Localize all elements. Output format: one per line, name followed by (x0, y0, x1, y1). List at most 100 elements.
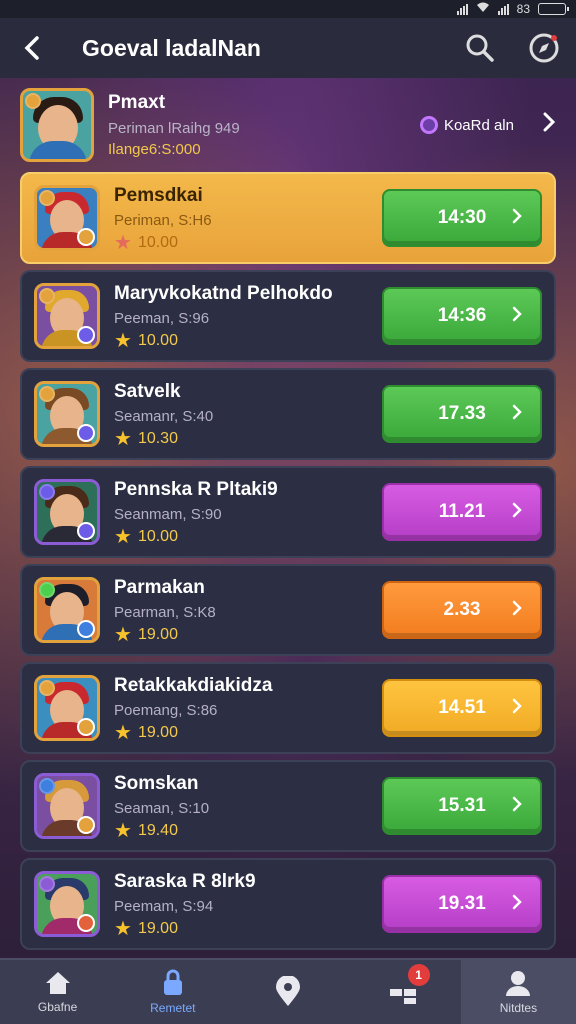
rating-value: 19.40 (137, 821, 178, 839)
coin-icon (419, 116, 438, 134)
character-name: Parmakan (114, 576, 205, 598)
action-button-label: 2.33 (443, 599, 481, 620)
back-arrow-icon (24, 36, 39, 60)
user-icon (506, 971, 531, 996)
action-button-label: 15.31 (438, 795, 486, 816)
rating: ★ 19.00 (114, 919, 382, 939)
list-item[interactable]: Pennska R Pltaki9 Seanmam, S:90 ★ 10.00 … (20, 466, 556, 558)
character-subtitle: Peemam, S:94 (114, 897, 214, 915)
chevron-right-icon (512, 501, 522, 524)
search-icon (466, 34, 494, 62)
chevron-right-icon (512, 305, 522, 328)
action-button-label: 14:36 (437, 305, 487, 326)
character-subtitle: Peeman, S:96 (114, 309, 210, 327)
map-pin-icon (276, 976, 300, 1006)
notification-badge: 1 (407, 964, 430, 986)
chevron-right-icon (512, 207, 522, 230)
star-icon: ★ (114, 427, 132, 450)
rating: ★ 19.00 (114, 721, 382, 744)
app-header: Goeval ladalNan (0, 18, 576, 78)
bottom-nav: Gbafne Remetet 1 Nitdtes (0, 958, 576, 1024)
featured-tag-label: KoaRd aln (443, 116, 514, 134)
character-name: Somskan (114, 772, 199, 794)
lock-icon (163, 969, 182, 995)
action-button-label: 11.21 (438, 501, 486, 522)
featured-name: Pmaxt (108, 92, 166, 113)
search-button[interactable] (448, 18, 512, 78)
nav-home[interactable]: Gbafne (0, 960, 115, 1024)
star-icon: ★ (114, 819, 132, 842)
signal-icon (456, 3, 468, 15)
list-item[interactable]: Parmakan Pearman, S:K8 ★ 19.00 2.33 (20, 564, 556, 656)
character-list: Pemsdkai Periman, S:H6 ★ 10.00 14:30 Mar… (20, 172, 556, 956)
action-button[interactable]: 14.51 (382, 679, 542, 737)
action-button[interactable]: 15.31 (382, 777, 542, 835)
action-button[interactable]: 11.21 (382, 483, 542, 541)
list-item[interactable]: Maryvkokatnd Pelhokdo Peeman, S:96 ★ 10.… (20, 270, 556, 362)
rating-value: 10.00 (137, 527, 178, 545)
back-button[interactable] (0, 18, 64, 78)
list-item[interactable]: Somskan Seaman, S:10 ★ 19.40 15.31 (20, 760, 556, 852)
nav-map[interactable] (230, 960, 345, 1024)
character-subtitle: Seaman, S:10 (114, 799, 210, 817)
featured-tag[interactable]: KoaRd aln (419, 116, 514, 134)
featured-subtitle: Periman lRaihg 949 (108, 120, 240, 137)
character-avatar (34, 675, 100, 741)
nav-grid[interactable]: 1 (346, 960, 461, 1024)
rating-value: 19.00 (137, 919, 178, 937)
rating: ★ 10.00 (114, 231, 382, 254)
chevron-right-icon (512, 403, 522, 426)
rating: ★ 10.30 (114, 427, 382, 450)
star-icon: ★ (114, 721, 132, 744)
action-button[interactable]: 19.31 (382, 875, 542, 933)
star-icon: ★ (114, 623, 132, 646)
rating-value: 10.00 (137, 233, 178, 251)
character-subtitle: Periman, S:H6 (114, 211, 212, 229)
action-button-label: 14:30 (437, 207, 487, 228)
chevron-right-icon (512, 795, 522, 818)
compass-button[interactable] (512, 18, 576, 78)
character-avatar (34, 283, 100, 349)
star-icon: ★ (114, 329, 132, 352)
list-item[interactable]: Pemsdkai Periman, S:H6 ★ 10.00 14:30 (20, 172, 556, 264)
rating-value: 19.00 (137, 625, 178, 643)
home-icon (45, 972, 70, 994)
character-name: Satvelk (114, 380, 181, 402)
chevron-right-icon (512, 893, 522, 916)
wifi-icon (476, 2, 490, 16)
action-button-label: 17.33 (438, 403, 486, 424)
star-icon: ★ (114, 231, 132, 254)
action-button[interactable]: 14:30 (382, 189, 542, 247)
character-avatar (34, 577, 100, 643)
featured-row[interactable]: Pmaxt Periman lRaihg 949 Ilange6:S:000 K… (20, 82, 556, 168)
chevron-right-icon (512, 599, 522, 622)
nav-nitdtes-label: Nitdtes (499, 1001, 538, 1015)
action-button[interactable]: 14:36 (382, 287, 542, 345)
character-avatar (34, 381, 100, 447)
status-bar: 83 (0, 0, 576, 18)
action-button[interactable]: 17.33 (382, 385, 542, 443)
featured-price: Ilange6:S:000 (108, 141, 201, 158)
action-button[interactable]: 2.33 (382, 581, 542, 639)
list-item[interactable]: Satvelk Seamanr, S:40 ★ 10.30 17.33 (20, 368, 556, 460)
star-icon: ★ (114, 525, 132, 548)
character-avatar (34, 185, 100, 251)
battery-label: 83 (516, 2, 530, 16)
nav-remetet[interactable]: Remetet (115, 960, 230, 1024)
nav-remetet-label: Remetet (150, 1001, 196, 1015)
featured-avatar (20, 88, 94, 162)
rating: ★ 19.40 (114, 819, 382, 842)
page-title: Goeval ladalNan (82, 34, 261, 61)
action-button-label: 19.31 (438, 893, 486, 914)
rating: ★ 19.00 (114, 623, 382, 646)
character-subtitle: Seamanr, S:40 (114, 407, 214, 425)
character-subtitle: Seanmam, S:90 (114, 505, 222, 523)
character-avatar (34, 871, 100, 937)
chevron-right-icon (512, 697, 522, 720)
character-name: Pennska R Pltaki9 (114, 478, 278, 500)
chevron-right-icon[interactable] (542, 111, 556, 140)
list-item[interactable]: Retakkakdiakidza Poemang, S:86 ★ 19.00 1… (20, 662, 556, 754)
list-item[interactable]: Saraska R 8lrk9 Peemam, S:94 ★ 19.00 19.… (20, 858, 556, 950)
character-name: Retakkakdiakidza (114, 674, 273, 696)
nav-nitdtes[interactable]: Nitdtes (460, 960, 576, 1024)
